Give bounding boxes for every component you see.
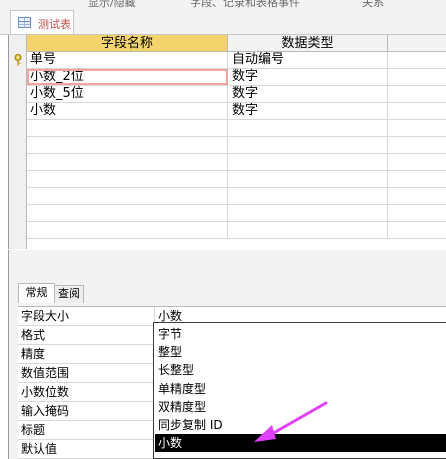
- empty-row[interactable]: [27, 188, 446, 205]
- property-label: 标题: [18, 421, 155, 439]
- row-selector-1[interactable]: [9, 52, 27, 68]
- field-name-cell[interactable]: 单号: [27, 52, 228, 68]
- field-name-cell[interactable]: [27, 222, 228, 238]
- data-type-cell[interactable]: [228, 188, 388, 204]
- tab-general[interactable]: 常规: [18, 283, 55, 303]
- property-label: 数值范围: [18, 364, 155, 382]
- tab-test-table[interactable]: 测试表: [10, 10, 74, 34]
- empty-row[interactable]: [27, 205, 446, 222]
- option-decimal[interactable]: 小数: [155, 434, 446, 452]
- tab-label: 测试表: [38, 18, 71, 31]
- property-label: 字段大小: [18, 307, 155, 325]
- empty-row[interactable]: [27, 154, 446, 171]
- description-cell[interactable]: [388, 52, 446, 68]
- field-name-cell[interactable]: [27, 137, 228, 153]
- column-header-field-name[interactable]: 字段名称: [27, 35, 228, 52]
- property-label: 默认值: [18, 440, 155, 458]
- properties-left-border: [8, 250, 9, 459]
- description-cell[interactable]: [388, 86, 446, 102]
- field-size-dropdown-list[interactable]: 字节 整型 长整型 单精度型 双精度型 同步复制 ID 小数: [153, 322, 446, 459]
- document-tab-bar: 测试表: [0, 8, 446, 35]
- data-type-cell[interactable]: 数字: [228, 103, 388, 119]
- description-cell[interactable]: [388, 69, 446, 85]
- primary-key-icon: [14, 54, 22, 66]
- data-type-cell[interactable]: [228, 222, 388, 238]
- field-name-cell[interactable]: [27, 120, 228, 136]
- tab-lookup[interactable]: 查阅: [54, 285, 84, 303]
- row-selector-column[interactable]: [9, 35, 27, 249]
- data-type-cell[interactable]: 自动编号: [228, 52, 388, 68]
- property-label: 精度: [18, 345, 155, 363]
- table-row[interactable]: 单号 自动编号: [27, 52, 446, 69]
- field-name-cell[interactable]: 小数: [27, 103, 228, 119]
- data-type-cell[interactable]: 数字: [228, 69, 388, 85]
- field-name-cell[interactable]: [27, 154, 228, 170]
- option-single[interactable]: 单精度型: [155, 380, 446, 398]
- property-label: 输入掩码: [18, 402, 155, 420]
- table-row[interactable]: 小数 数字: [27, 103, 446, 120]
- table-row-selected[interactable]: 小数_2位 数字: [27, 69, 446, 86]
- column-header-description[interactable]: [388, 35, 446, 52]
- column-header-data-type[interactable]: 数据类型: [228, 35, 388, 52]
- option-integer[interactable]: 整型: [155, 343, 446, 361]
- empty-row[interactable]: [27, 171, 446, 188]
- empty-row[interactable]: [27, 222, 446, 239]
- field-name-cell[interactable]: [27, 205, 228, 221]
- option-replication-id[interactable]: 同步复制 ID: [155, 416, 446, 434]
- option-long-integer[interactable]: 长整型: [155, 361, 446, 379]
- column-header-data-type-label: 数据类型: [281, 36, 334, 51]
- data-type-cell[interactable]: [228, 205, 388, 221]
- field-name-cell[interactable]: 小数_5位: [27, 86, 228, 102]
- data-type-cell[interactable]: [228, 120, 388, 136]
- field-design-grid: 字段名称 数据类型 单号 自动编号 小数_2位 数字 小数_5位 数字 小数 数…: [8, 35, 446, 249]
- description-cell[interactable]: [388, 103, 446, 119]
- data-type-cell[interactable]: [228, 171, 388, 187]
- property-label: 小数位数: [18, 383, 155, 401]
- data-type-cell[interactable]: [228, 137, 388, 153]
- data-type-cell[interactable]: 数字: [228, 86, 388, 102]
- column-header-field-name-label: 字段名称: [100, 36, 153, 51]
- empty-row[interactable]: [27, 137, 446, 154]
- field-name-cell[interactable]: [27, 188, 228, 204]
- property-label: 格式: [18, 326, 155, 344]
- table-icon: [18, 17, 31, 28]
- table-row[interactable]: 小数_5位 数字: [27, 86, 446, 103]
- empty-row[interactable]: [27, 120, 446, 137]
- option-double[interactable]: 双精度型: [155, 398, 446, 416]
- field-name-cell[interactable]: 小数_2位: [27, 69, 228, 85]
- field-name-cell[interactable]: [27, 171, 228, 187]
- data-type-cell[interactable]: [228, 154, 388, 170]
- option-byte[interactable]: 字节: [155, 325, 446, 343]
